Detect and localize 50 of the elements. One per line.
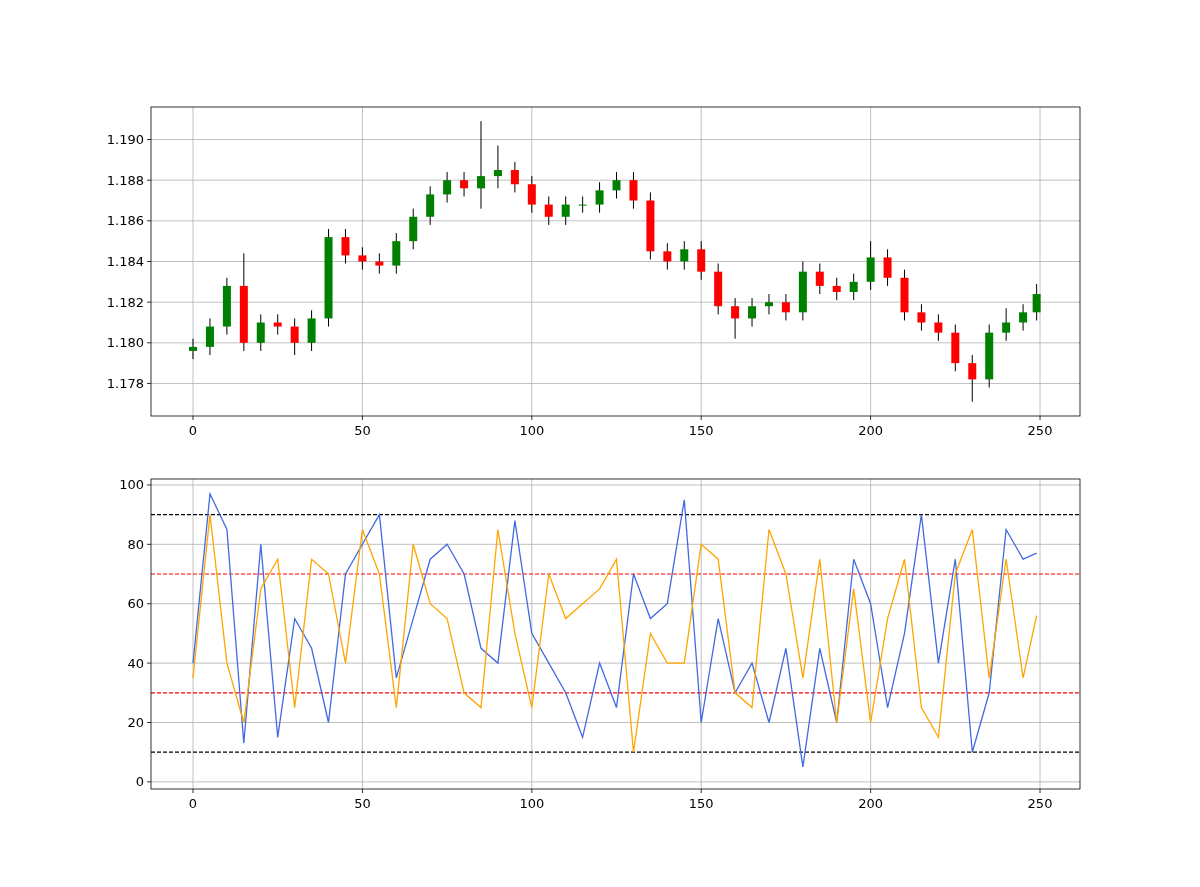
y-axis-tick: 80 xyxy=(127,536,152,552)
y-tick-label: 80 xyxy=(127,536,144,552)
y-axis-tick: 1.180 xyxy=(106,335,152,351)
y-tick-label: 40 xyxy=(127,655,144,671)
x-axis-tick: 50 xyxy=(354,415,371,438)
x-axis-tick: 150 xyxy=(688,415,714,438)
x-tick-label: 50 xyxy=(354,423,371,438)
y-tick-label: 1.178 xyxy=(106,375,144,391)
x-axis-tick: 250 xyxy=(1027,788,1053,811)
x-axis-tick: 50 xyxy=(354,788,371,811)
x-tick-label: 50 xyxy=(354,796,371,811)
y-axis-tick: 40 xyxy=(127,655,152,671)
x-tick-label: 150 xyxy=(688,796,714,811)
x-axis-tick: 200 xyxy=(858,415,884,438)
y-axis-tick: 100 xyxy=(119,477,152,493)
x-tick-label: 0 xyxy=(188,796,198,811)
y-tick-label: 0 xyxy=(135,774,144,790)
x-tick-label: 200 xyxy=(858,796,884,811)
y-tick-label: 100 xyxy=(119,477,144,493)
y-axis-tick: 60 xyxy=(127,596,152,612)
x-axis-tick: 100 xyxy=(519,415,545,438)
y-tick-label: 1.186 xyxy=(106,213,144,229)
x-tick-label: 0 xyxy=(188,423,198,438)
y-tick-label: 60 xyxy=(127,596,144,612)
y-tick-label: 1.182 xyxy=(106,294,144,310)
x-axis-tick: 150 xyxy=(688,788,714,811)
y-axis-tick: 1.178 xyxy=(106,375,152,391)
x-axis-tick: 250 xyxy=(1027,415,1053,438)
y-tick-label: 20 xyxy=(127,714,144,730)
x-tick-label: 100 xyxy=(519,423,545,438)
y-axis-tick: 1.184 xyxy=(106,254,152,269)
y-tick-label: 1.188 xyxy=(106,172,144,188)
x-tick-label: 250 xyxy=(1027,423,1053,438)
y-axis-tick: 1.186 xyxy=(106,213,152,229)
y-axis-tick: 1.188 xyxy=(106,172,152,188)
x-axis-tick: 0 xyxy=(188,415,198,438)
x-tick-label: 250 xyxy=(1027,796,1053,811)
y-tick-label: 1.190 xyxy=(106,132,144,148)
x-axis-tick: 0 xyxy=(188,788,198,811)
x-tick-label: 200 xyxy=(858,423,884,438)
y-tick-label: 1.180 xyxy=(106,335,144,351)
y-axis-tick: 1.190 xyxy=(106,132,152,148)
y-axis-tick: 0 xyxy=(135,774,152,790)
y-axis-tick: 1.182 xyxy=(106,294,152,310)
y-tick-label: 1.184 xyxy=(106,254,144,269)
x-axis-tick: 200 xyxy=(858,788,884,811)
x-axis-tick: 100 xyxy=(519,788,545,811)
x-tick-label: 150 xyxy=(688,423,714,438)
y-axis-tick: 20 xyxy=(127,715,152,730)
x-tick-label: 100 xyxy=(519,796,545,811)
